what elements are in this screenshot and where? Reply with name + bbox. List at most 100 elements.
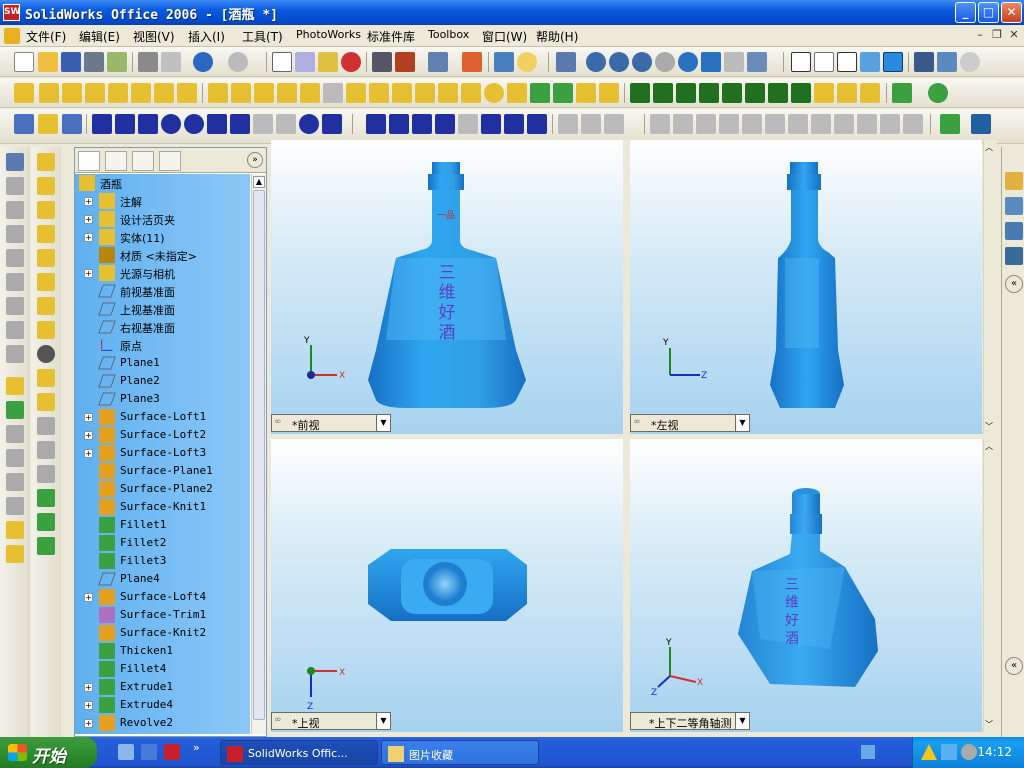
circular-sketch-pattern-icon[interactable] bbox=[811, 114, 831, 134]
print-preview-icon[interactable] bbox=[161, 52, 181, 72]
linear-pattern-icon[interactable] bbox=[630, 83, 650, 103]
view-dropdown-icon[interactable]: ▼ bbox=[735, 415, 749, 431]
redo-icon[interactable] bbox=[228, 52, 248, 72]
tree-item[interactable]: 材质 <未指定> bbox=[75, 246, 250, 264]
fillet-icon[interactable] bbox=[208, 83, 228, 103]
new-icon[interactable] bbox=[14, 52, 34, 72]
rotate-sketch-icon[interactable] bbox=[696, 114, 716, 134]
expand-icon[interactable]: + bbox=[84, 413, 93, 422]
view-dropdown-icon[interactable]: ▼ bbox=[376, 713, 390, 729]
boss-base-icon[interactable] bbox=[37, 153, 55, 171]
left-viewport[interactable]: Y Z ∞ *左视 ▼ bbox=[630, 140, 982, 434]
dome-icon[interactable] bbox=[346, 83, 366, 103]
offset-entities-icon[interactable] bbox=[412, 114, 432, 134]
traffic-light-icon[interactable] bbox=[341, 52, 361, 72]
planar-surface-icon[interactable] bbox=[6, 321, 24, 339]
select-icon[interactable] bbox=[272, 52, 292, 72]
tree-item[interactable]: + Surface-Loft4 bbox=[75, 588, 250, 606]
freeform-icon[interactable] bbox=[530, 83, 550, 103]
app-icon[interactable]: SW bbox=[3, 4, 20, 21]
tree-item[interactable]: Plane3 bbox=[75, 390, 250, 408]
tree-item[interactable]: Plane1 bbox=[75, 354, 250, 372]
tree-item[interactable]: + Extrude4 bbox=[75, 696, 250, 714]
shadows-icon[interactable] bbox=[914, 52, 934, 72]
wrap-icon[interactable] bbox=[323, 83, 343, 103]
sketch-picture-icon[interactable] bbox=[834, 114, 854, 134]
menu-insert[interactable]: 插入(I) bbox=[188, 28, 225, 45]
zoom-area-icon[interactable] bbox=[609, 52, 629, 72]
tree-item[interactable]: Surface-Trim1 bbox=[75, 606, 250, 624]
scroll-up-icon[interactable]: ▲ bbox=[253, 176, 265, 188]
surface-knit-icon[interactable] bbox=[860, 83, 880, 103]
indent-icon[interactable] bbox=[415, 83, 435, 103]
standard-views-icon[interactable] bbox=[747, 52, 767, 72]
fill-pattern-icon[interactable] bbox=[768, 83, 788, 103]
home-icon[interactable] bbox=[1005, 172, 1023, 190]
design-library-icon[interactable] bbox=[1005, 197, 1023, 215]
undo-icon[interactable] bbox=[193, 52, 213, 72]
collapse-task-pane-icon[interactable]: « bbox=[1005, 275, 1023, 293]
minimize-button[interactable]: _ bbox=[955, 2, 976, 23]
reference-vertical-icon[interactable] bbox=[37, 537, 55, 555]
linear-sketch-pattern-icon[interactable] bbox=[788, 114, 808, 134]
top-view-label[interactable]: ∞ *上视 ▼ bbox=[271, 712, 391, 730]
scale-icon[interactable] bbox=[438, 83, 458, 103]
rib-icon[interactable] bbox=[254, 83, 274, 103]
dome-vertical-icon[interactable] bbox=[37, 441, 55, 459]
extrude-cut-icon[interactable] bbox=[131, 83, 151, 103]
tree-item[interactable]: + 设计活页夹 bbox=[75, 210, 250, 228]
rectangle-icon[interactable] bbox=[115, 114, 135, 134]
properties-icon[interactable] bbox=[494, 52, 514, 72]
expand-icon[interactable]: + bbox=[84, 683, 93, 692]
view-dropdown-icon[interactable]: ▼ bbox=[735, 713, 749, 729]
help-icon[interactable] bbox=[517, 52, 537, 72]
tree-item[interactable]: + Surface-Loft2 bbox=[75, 426, 250, 444]
surface-extend-icon[interactable] bbox=[814, 83, 834, 103]
centerpoint-arc-icon[interactable] bbox=[207, 114, 227, 134]
spline-icon[interactable] bbox=[366, 114, 386, 134]
swept-boss-icon[interactable] bbox=[37, 201, 55, 219]
grid-icon[interactable] bbox=[372, 52, 392, 72]
delete-face-icon[interactable] bbox=[6, 473, 24, 491]
hidden-lines-removed-icon[interactable] bbox=[837, 52, 857, 72]
pan-icon[interactable] bbox=[701, 52, 721, 72]
close-button[interactable]: ✕ bbox=[1001, 2, 1022, 23]
replace-face-icon[interactable] bbox=[6, 449, 24, 467]
shaded-icon[interactable] bbox=[883, 52, 903, 72]
configuration-manager-tab[interactable] bbox=[132, 151, 154, 171]
make-assembly-icon[interactable] bbox=[107, 52, 127, 72]
warning-icon[interactable] bbox=[921, 744, 937, 760]
menu-help[interactable]: 帮助(H) bbox=[536, 28, 578, 45]
mirror-sketch-icon[interactable] bbox=[650, 114, 670, 134]
cone-icon[interactable] bbox=[507, 83, 527, 103]
reference-geometry-icon[interactable] bbox=[892, 83, 912, 103]
expand-icon[interactable]: + bbox=[84, 449, 93, 458]
tree-item[interactable]: Fillet1 bbox=[75, 516, 250, 534]
tree-item[interactable]: Fillet2 bbox=[75, 534, 250, 552]
view-orientation-icon[interactable] bbox=[428, 52, 448, 72]
file-explorer-icon[interactable] bbox=[1005, 222, 1023, 240]
section-view-icon[interactable] bbox=[556, 52, 576, 72]
tree-item[interactable]: Plane4 bbox=[75, 570, 250, 588]
mdi-close-button[interactable]: ✕ bbox=[1006, 27, 1022, 43]
fillet-vertical-icon[interactable] bbox=[37, 321, 55, 339]
table-pattern-icon[interactable] bbox=[745, 83, 765, 103]
trim-entities-icon[interactable] bbox=[435, 114, 455, 134]
menu-tools[interactable]: 工具(T) bbox=[242, 28, 283, 45]
mdi-minimize-button[interactable]: – bbox=[972, 27, 988, 43]
sphere-icon[interactable] bbox=[484, 83, 504, 103]
grid-snap-icon[interactable] bbox=[527, 114, 547, 134]
expand-icon[interactable]: + bbox=[84, 233, 93, 242]
sweep-icon[interactable] bbox=[62, 83, 82, 103]
polygon-icon[interactable] bbox=[138, 114, 158, 134]
lofted-boss-icon[interactable] bbox=[37, 225, 55, 243]
shell-icon[interactable] bbox=[277, 83, 297, 103]
hole-icon[interactable] bbox=[599, 83, 619, 103]
rotate-icon[interactable] bbox=[678, 52, 698, 72]
ruled-surface-icon[interactable] bbox=[6, 497, 24, 515]
view-3d-icon[interactable] bbox=[724, 52, 744, 72]
realview-icon[interactable] bbox=[960, 52, 980, 72]
expand-icon[interactable]: + bbox=[84, 719, 93, 728]
deform-icon[interactable] bbox=[392, 83, 412, 103]
planar-icon[interactable] bbox=[37, 249, 55, 267]
